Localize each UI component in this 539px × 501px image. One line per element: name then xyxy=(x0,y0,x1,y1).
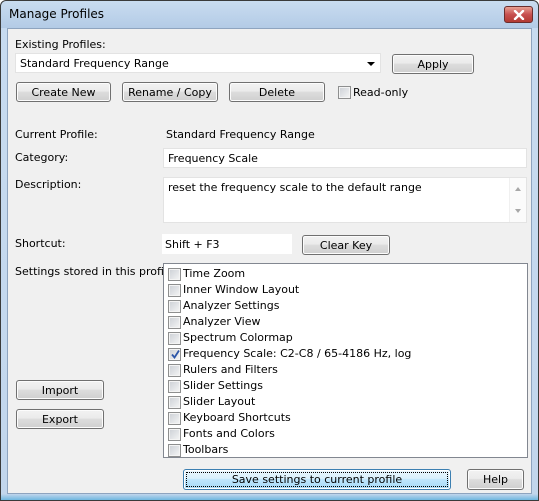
settings-item-checkbox[interactable] xyxy=(168,380,181,393)
import-button[interactable]: Import xyxy=(16,380,104,400)
read-only-checkbox[interactable] xyxy=(338,86,351,99)
close-icon xyxy=(513,9,524,20)
settings-item-checkbox[interactable] xyxy=(168,332,181,345)
dialog-client-area: Existing Profiles: Standard Frequency Ra… xyxy=(7,28,532,494)
settings-item-checkbox[interactable] xyxy=(168,364,181,377)
settings-item-checkbox[interactable] xyxy=(168,348,181,361)
title-bar[interactable]: Manage Profiles xyxy=(1,1,538,28)
settings-item-checkbox[interactable] xyxy=(168,300,181,313)
settings-item-label: Rulers and Filters xyxy=(183,363,278,376)
shortcut-label: Shortcut: xyxy=(15,237,66,250)
current-profile-value: Standard Frequency Range xyxy=(166,128,315,141)
settings-item-checkbox[interactable] xyxy=(168,284,181,297)
settings-item-label: Analyzer View xyxy=(183,315,261,328)
scroll-down-arrow-icon[interactable] xyxy=(515,209,521,213)
shortcut-input[interactable]: Shift + F3 xyxy=(162,234,292,254)
window-title: Manage Profiles xyxy=(9,7,105,21)
shortcut-value: Shift + F3 xyxy=(165,237,220,251)
checkmark-icon xyxy=(171,350,180,360)
description-value: reset the frequency scale to the default… xyxy=(168,181,422,194)
settings-item-label: Spectrum Colormap xyxy=(183,331,293,344)
rename-copy-button[interactable]: Rename / Copy xyxy=(122,82,218,102)
chevron-down-icon[interactable] xyxy=(367,62,375,66)
settings-item-label: Slider Layout xyxy=(183,395,256,408)
save-settings-button[interactable]: Save settings to current profile xyxy=(183,469,451,490)
help-button[interactable]: Help xyxy=(467,469,524,490)
existing-profiles-label: Existing Profiles: xyxy=(15,38,106,51)
settings-stored-label: Settings stored in this profile: xyxy=(15,265,178,278)
scroll-up-arrow-icon[interactable] xyxy=(515,187,521,191)
settings-item-checkbox[interactable] xyxy=(168,444,181,457)
category-value: Frequency Scale xyxy=(168,151,258,165)
description-label: Description: xyxy=(15,178,82,191)
manage-profiles-window: Manage Profiles Existing Profiles: Stand… xyxy=(0,0,539,501)
description-textarea[interactable]: reset the frequency scale to the default… xyxy=(163,177,527,223)
settings-checklist[interactable]: Time Zoom Inner Window Layout Analyzer Set… xyxy=(163,263,528,458)
window-frame-bottom xyxy=(1,494,538,500)
export-button[interactable]: Export xyxy=(16,409,104,429)
settings-item-label: Inner Window Layout xyxy=(183,283,300,296)
settings-item-checkbox[interactable] xyxy=(168,396,181,409)
delete-button[interactable]: Delete xyxy=(229,82,325,102)
current-profile-label: Current Profile: xyxy=(15,128,98,141)
settings-item-label: Slider Settings xyxy=(183,379,263,392)
read-only-label: Read-only xyxy=(353,86,409,99)
clear-key-button[interactable]: Clear Key xyxy=(302,235,390,255)
close-button[interactable] xyxy=(504,6,533,23)
settings-item-checkbox[interactable] xyxy=(168,268,181,281)
create-new-button[interactable]: Create New xyxy=(16,82,111,102)
settings-item-checkbox[interactable] xyxy=(168,428,181,441)
settings-item-label: Keyboard Shortcuts xyxy=(183,411,291,424)
settings-item-checkbox[interactable] xyxy=(168,412,181,425)
settings-item-label: Toolbars xyxy=(183,443,229,456)
category-input[interactable]: Frequency Scale xyxy=(163,148,527,168)
existing-profiles-selected: Standard Frequency Range xyxy=(20,56,169,70)
settings-item-label: Frequency Scale: C2-C8 / 65-4186 Hz, log xyxy=(183,347,412,360)
apply-button[interactable]: Apply xyxy=(392,54,474,74)
settings-item-label: Analyzer Settings xyxy=(183,299,280,312)
existing-profiles-dropdown[interactable]: Standard Frequency Range xyxy=(15,53,381,73)
save-settings-label: Save settings to current profile xyxy=(231,473,403,486)
settings-item-checkbox[interactable] xyxy=(168,316,181,329)
settings-item-label: Time Zoom xyxy=(183,267,246,280)
description-scrollbar[interactable] xyxy=(509,178,526,222)
settings-item-label: Fonts and Colors xyxy=(183,427,275,440)
category-label: Category: xyxy=(15,151,69,164)
